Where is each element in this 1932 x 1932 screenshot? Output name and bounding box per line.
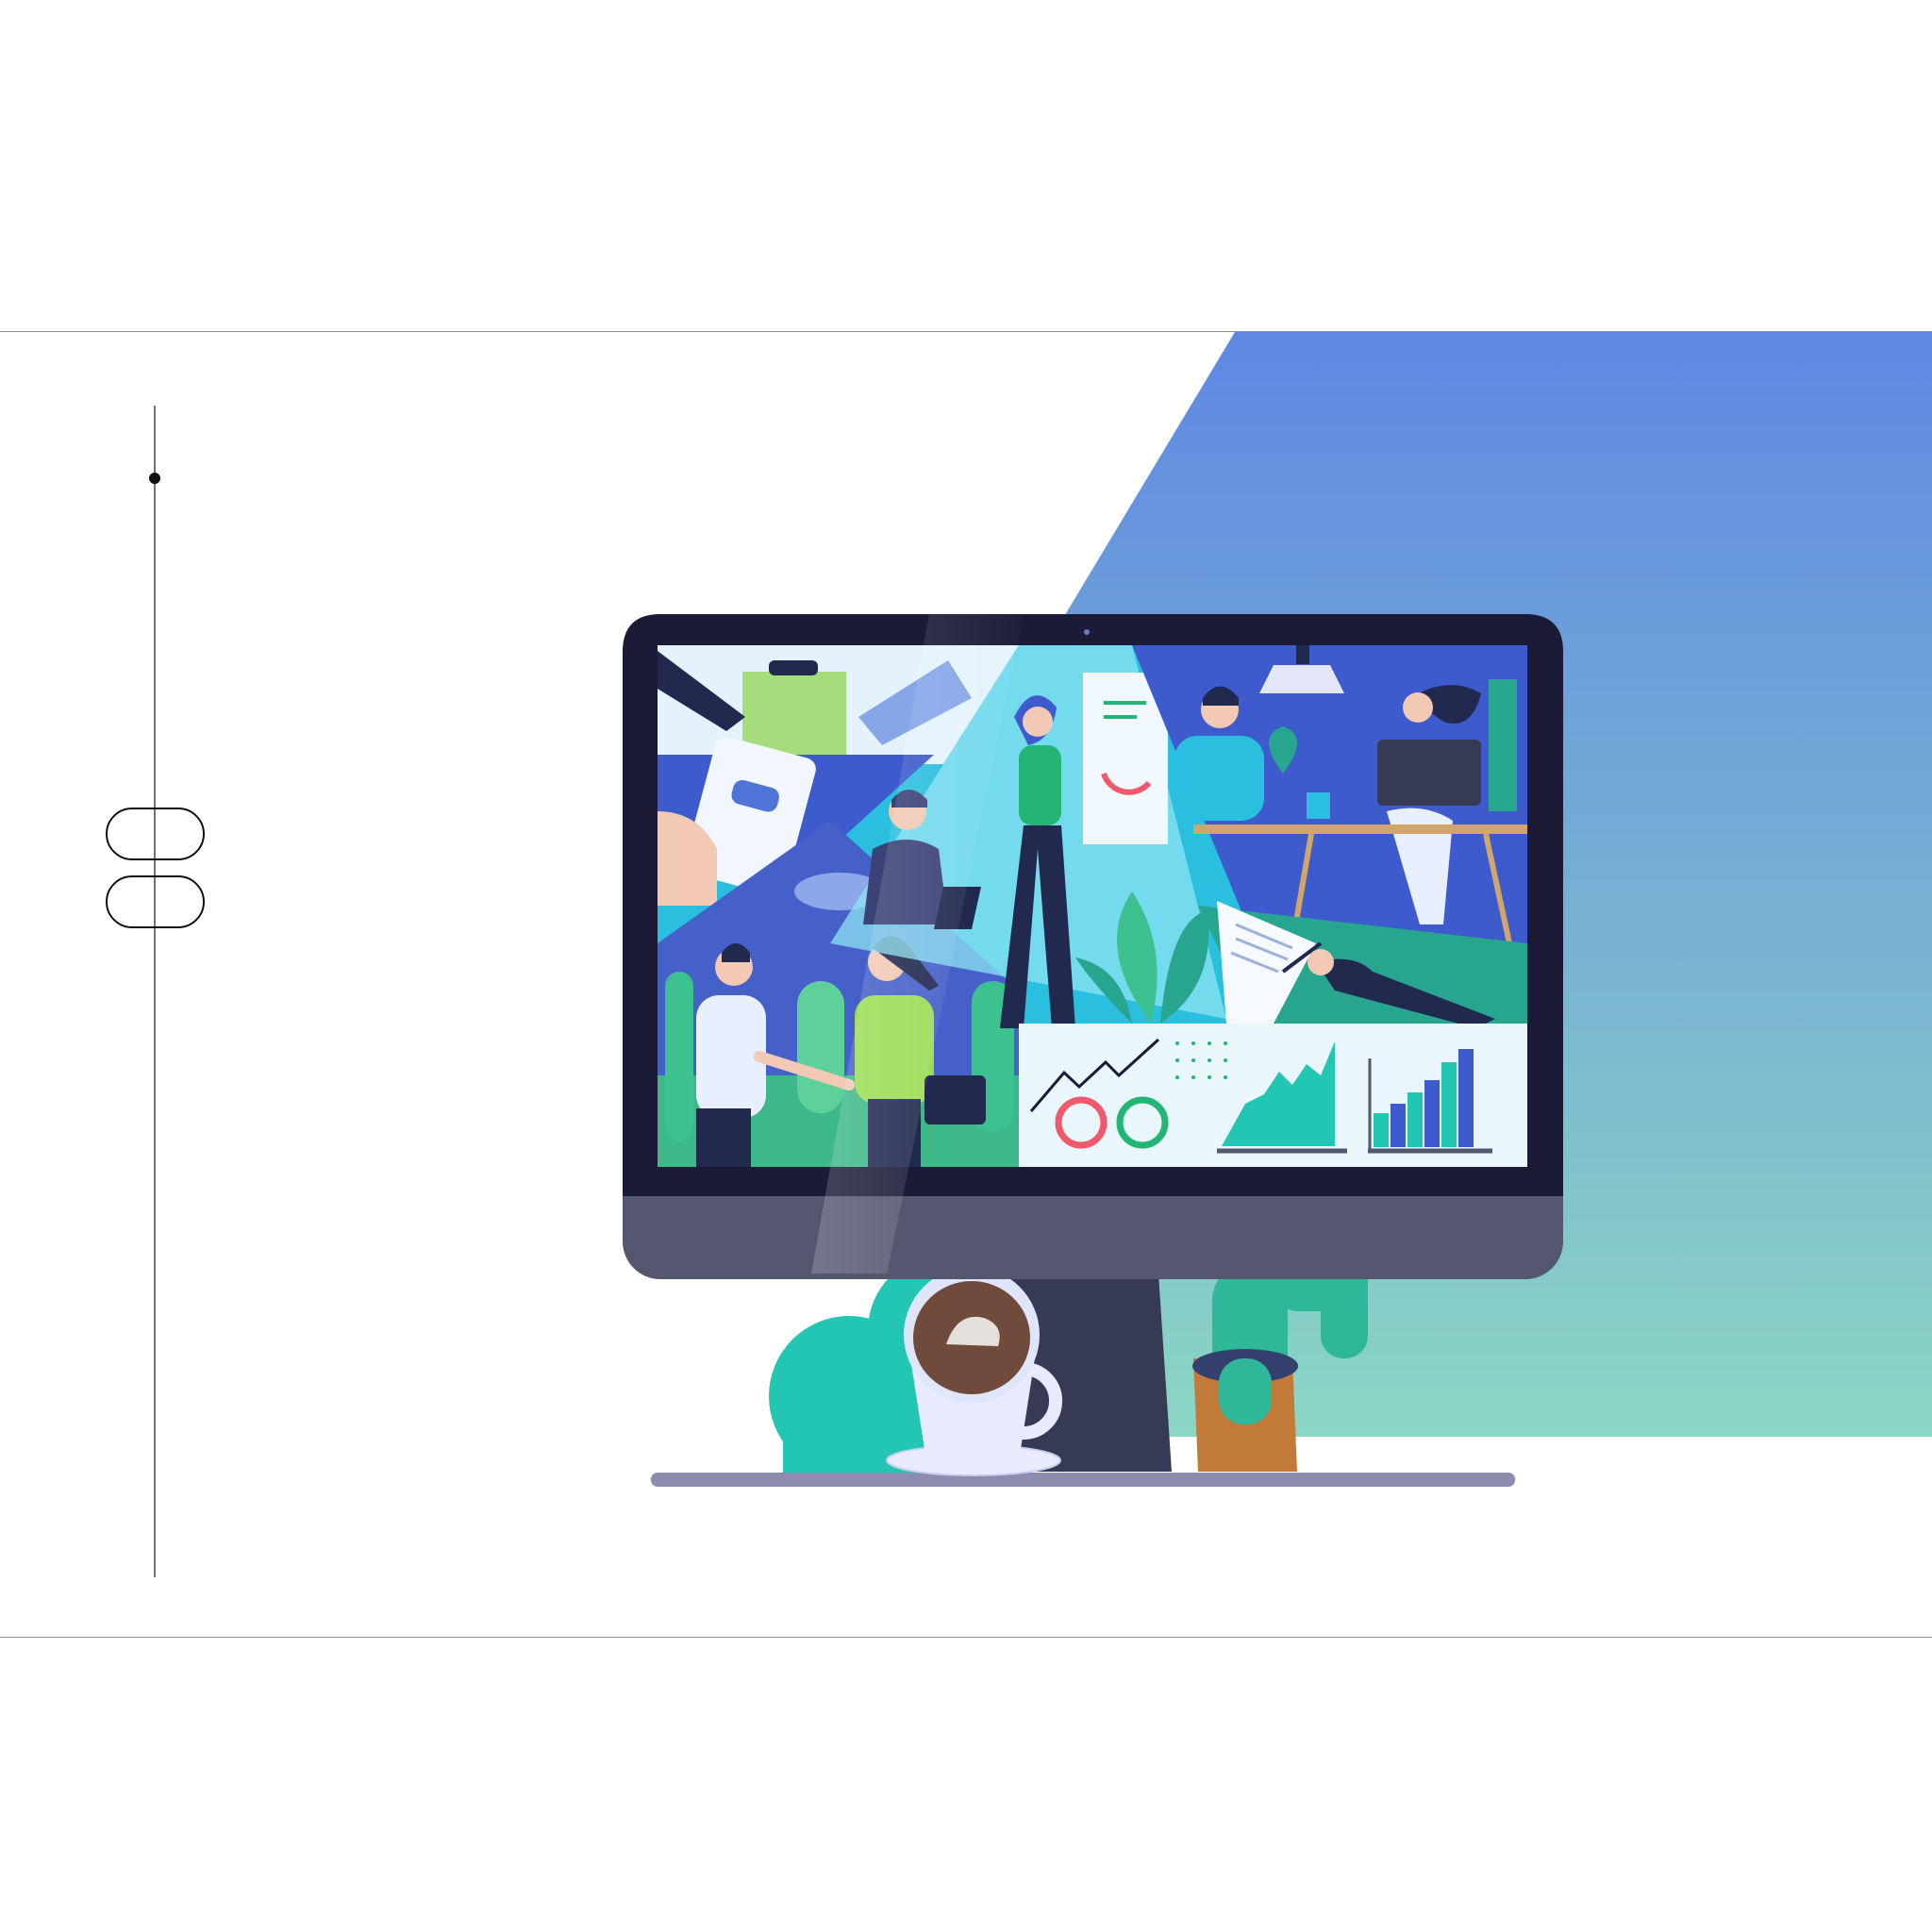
desk-shelf: [651, 1473, 1515, 1487]
webcam-icon: [1084, 629, 1090, 635]
folder-icon: [742, 672, 846, 755]
monitor-screen: [658, 645, 1527, 1167]
illustration: [106, 332, 1932, 1577]
timeline-dot: [149, 473, 160, 484]
